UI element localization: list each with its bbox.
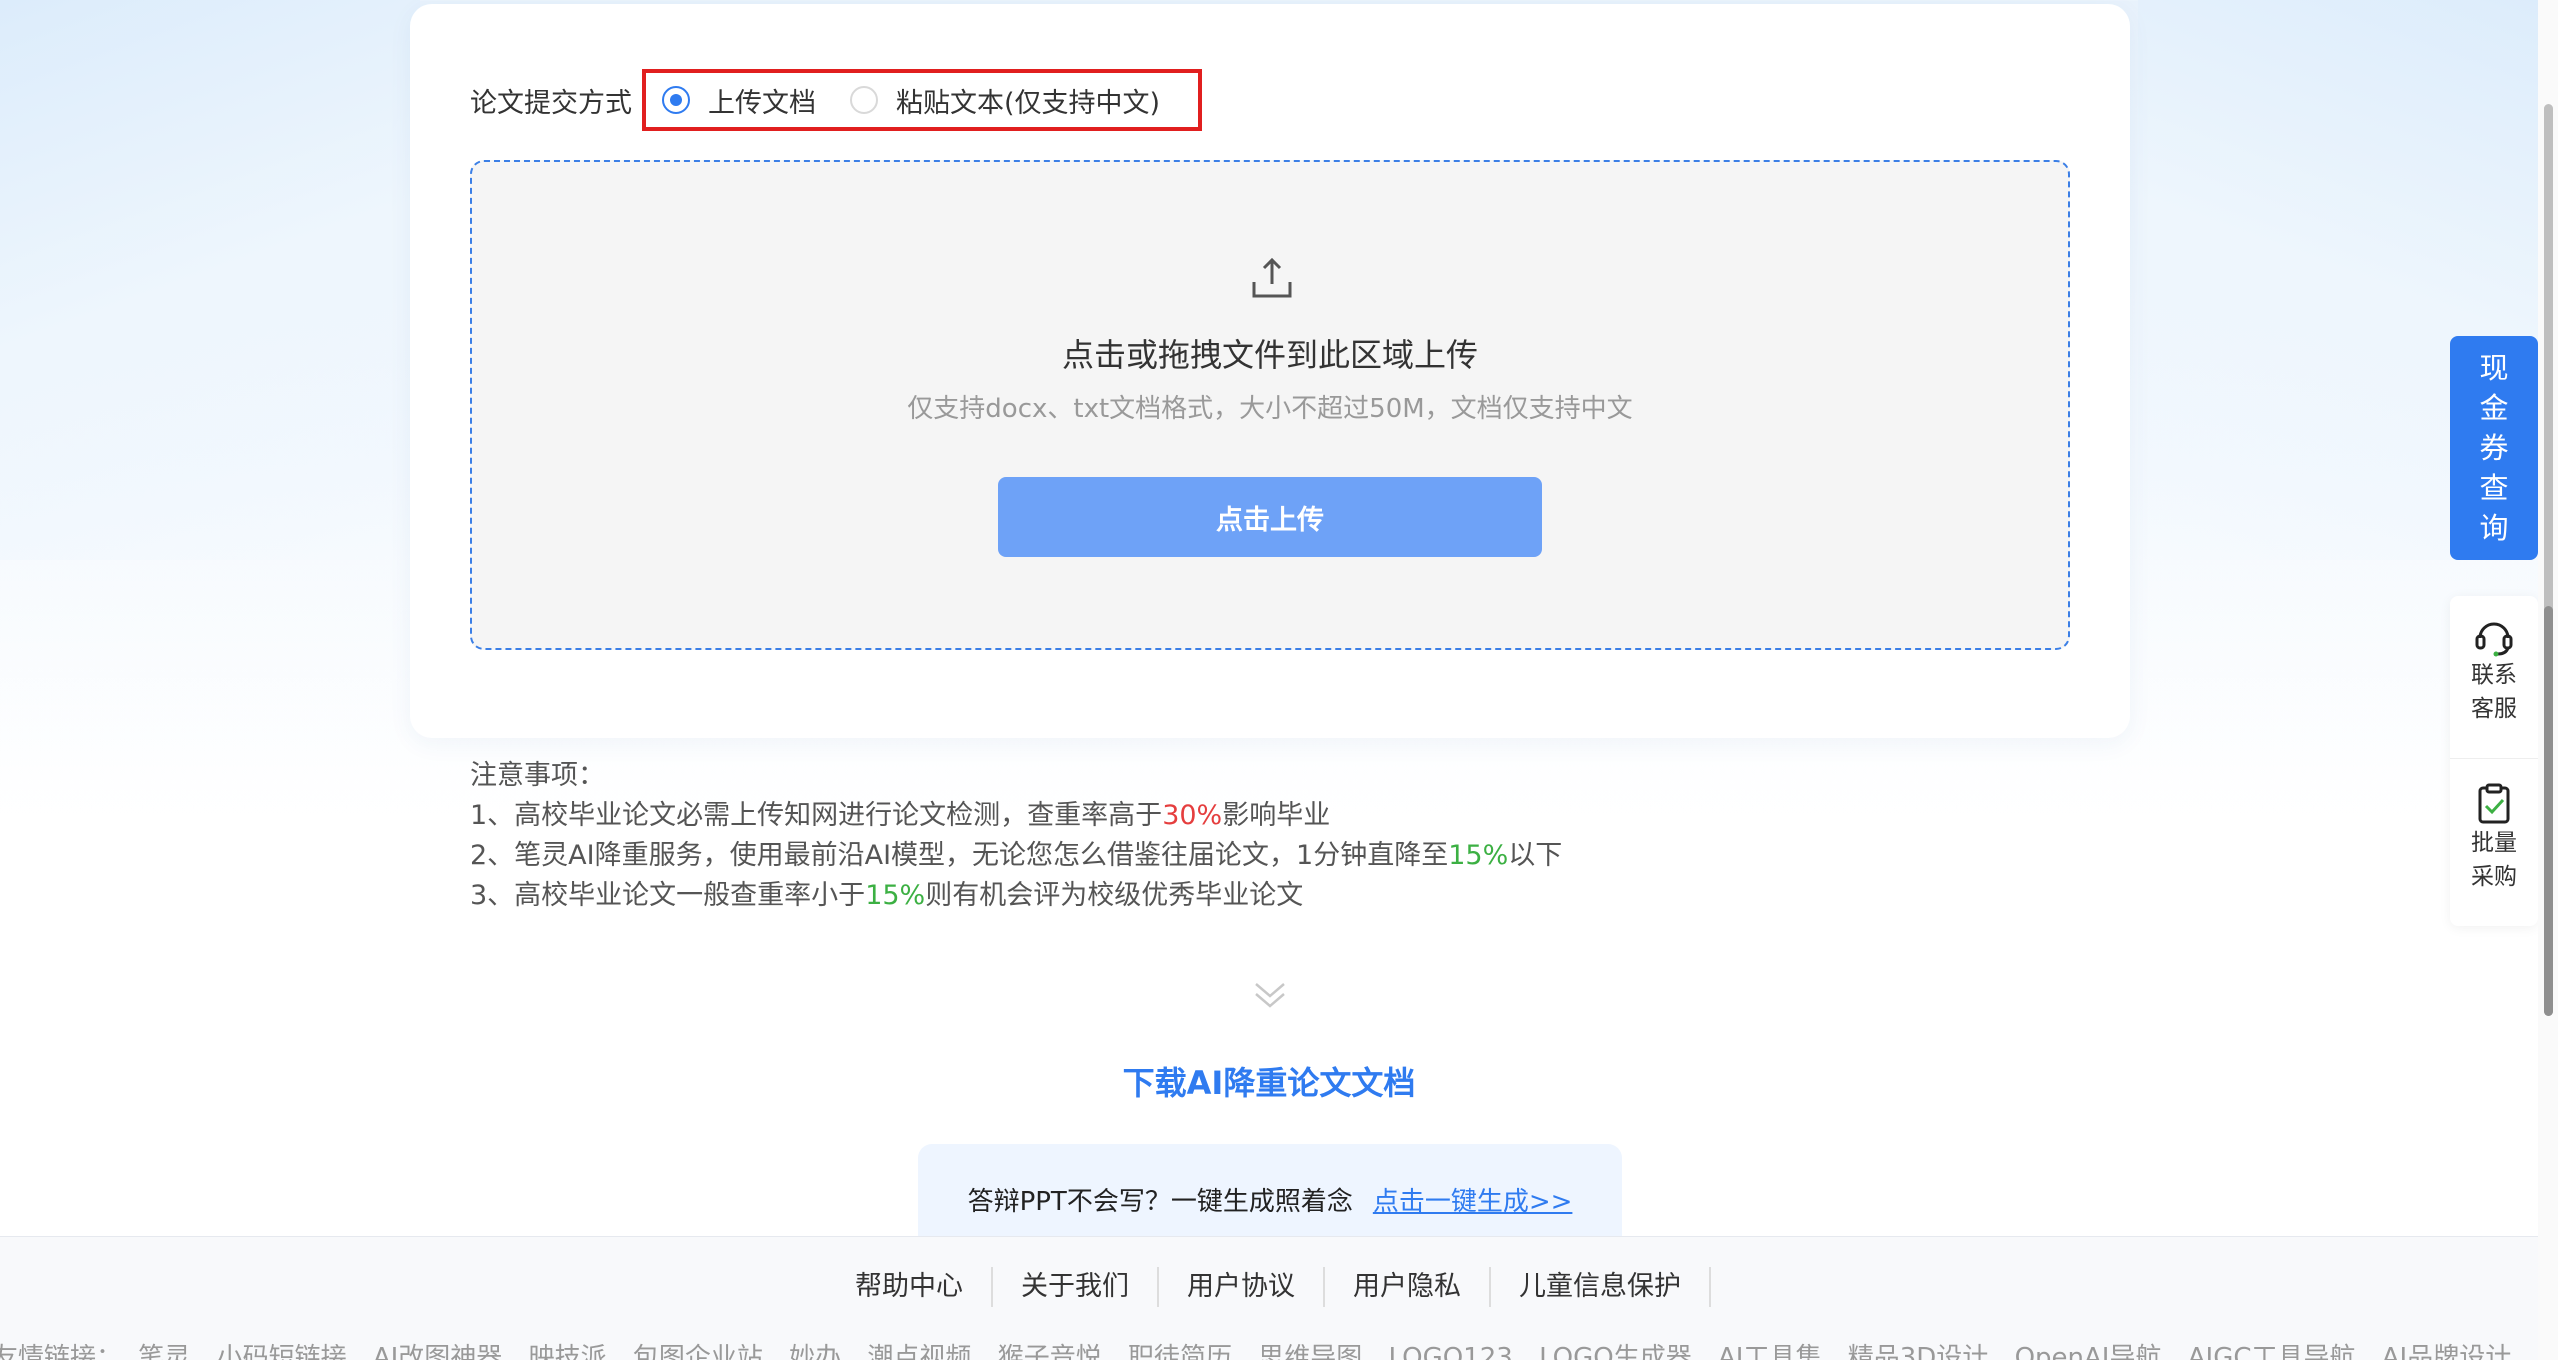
friend-links: 友情链接： 笔灵 小码短链接 AI改图神器 映技派 包图企业站 妙办 潮点视频 … bbox=[0, 1337, 2529, 1360]
contact-support-label-2: 客服 bbox=[2471, 696, 2517, 722]
radio-paste-label: 粘贴文本(仅支持中文) bbox=[896, 87, 1161, 119]
friend-link[interactable]: 精品3D设计 bbox=[1848, 1343, 1989, 1360]
footer: 帮助中心 关于我们 用户协议 用户隐私 儿童信息保护 友情链接： 笔灵 小码短链… bbox=[0, 1236, 2538, 1360]
footer-link-help[interactable]: 帮助中心 bbox=[827, 1267, 993, 1307]
radio-unchecked-icon[interactable] bbox=[850, 86, 878, 114]
friend-link[interactable]: 潮点视频 bbox=[867, 1343, 971, 1360]
upload-title: 点击或拖拽文件到此区域上传 bbox=[1061, 336, 1478, 374]
bulk-purchase-button[interactable]: 批量 采购 bbox=[2450, 782, 2538, 894]
download-document-link[interactable]: 下载AI降重论文文档 bbox=[0, 1058, 2538, 1104]
chevron-down-icon bbox=[1255, 983, 1285, 1008]
voucher-char: 金 bbox=[2479, 391, 2509, 425]
notes-section: 注意事项： 1、高校毕业论文必需上传知网进行论文检测，查重率高于30%影响毕业 … bbox=[470, 756, 1562, 916]
voucher-char: 现 bbox=[2479, 351, 2509, 385]
submission-method-row: 论文提交方式 上传文档 粘贴文本(仅支持中文) bbox=[470, 60, 1203, 140]
upload-icon bbox=[1252, 257, 1292, 298]
footer-link-about[interactable]: 关于我们 bbox=[993, 1267, 1159, 1307]
radio-paste-text[interactable]: 粘贴文本(仅支持中文) bbox=[850, 81, 1160, 120]
friend-link[interactable]: 笔灵 bbox=[138, 1343, 190, 1360]
upload-hint: 仅支持docx、txt文档格式，大小不超过50M，文档仅支持中文 bbox=[907, 394, 1633, 424]
ppt-promo-text: 答辩PPT不会写？一键生成照着念 bbox=[967, 1186, 1353, 1217]
bulk-purchase-label-2: 采购 bbox=[2471, 864, 2517, 890]
friend-link[interactable]: LOGO生成器 bbox=[1539, 1343, 1692, 1360]
friend-link[interactable]: AIGC工具导航 bbox=[2188, 1343, 2356, 1360]
friend-link[interactable]: AI品牌设计 bbox=[2382, 1343, 2511, 1360]
footer-link-privacy[interactable]: 用户隐私 bbox=[1325, 1267, 1491, 1307]
side-panel: 联系 客服 批量 采购 bbox=[2450, 596, 2538, 926]
voucher-char: 询 bbox=[2479, 511, 2509, 545]
footer-nav: 帮助中心 关于我们 用户协议 用户隐私 儿童信息保护 bbox=[0, 1267, 2538, 1307]
submission-card: 论文提交方式 上传文档 粘贴文本(仅支持中文) 点击或拖拽文件到此区域上传 仅支… bbox=[410, 4, 2130, 738]
note-line-2: 2、笔灵AI降重服务，使用最前沿AI模型，无论您怎么借鉴往届论文，1分钟直降至1… bbox=[470, 840, 1563, 871]
note-line-1: 1、高校毕业论文必需上传知网进行论文检测，查重率高于30%影响毕业 bbox=[470, 800, 1331, 831]
voucher-char: 券 bbox=[2479, 431, 2509, 465]
submission-method-options: 上传文档 粘贴文本(仅支持中文) bbox=[642, 69, 1203, 131]
ppt-generate-link[interactable]: 点击一键生成>> bbox=[1373, 1181, 1573, 1218]
radio-upload-document[interactable]: 上传文档 bbox=[662, 81, 816, 120]
friend-link[interactable]: 小码短链接 bbox=[217, 1343, 347, 1360]
radio-upload-label: 上传文档 bbox=[708, 87, 816, 119]
friend-link[interactable]: AI改图神器 bbox=[373, 1343, 502, 1360]
friend-link[interactable]: 猴子音悦 bbox=[998, 1343, 1102, 1360]
upload-button[interactable]: 点击上传 bbox=[998, 477, 1542, 557]
footer-link-child-protection[interactable]: 儿童信息保护 bbox=[1491, 1267, 1711, 1307]
bulk-purchase-label-1: 批量 bbox=[2471, 830, 2517, 856]
submission-method-label: 论文提交方式 bbox=[470, 87, 632, 119]
voucher-query-button[interactable]: 现 金 券 查 询 bbox=[2450, 336, 2538, 560]
note-line-3: 3、高校毕业论文一般查重率小于15%则有机会评为校级优秀毕业论文 bbox=[470, 880, 1304, 911]
friend-links-label: 友情链接： bbox=[0, 1343, 123, 1360]
footer-link-agreement[interactable]: 用户协议 bbox=[1159, 1267, 1325, 1307]
friend-link[interactable]: LOGO123 bbox=[1389, 1343, 1513, 1360]
headset-icon bbox=[2475, 622, 2513, 657]
friend-link[interactable]: 妙办 bbox=[789, 1343, 841, 1360]
voucher-char: 查 bbox=[2479, 471, 2509, 505]
scrollbar-thumb[interactable] bbox=[2544, 606, 2553, 1016]
friend-link[interactable]: 思维导图 bbox=[1258, 1343, 1362, 1360]
radio-checked-icon[interactable] bbox=[662, 86, 690, 114]
contact-support-button[interactable]: 联系 客服 bbox=[2450, 614, 2538, 726]
side-divider bbox=[2450, 758, 2538, 759]
clipboard-check-icon bbox=[2478, 783, 2510, 824]
friend-link[interactable]: 映技派 bbox=[529, 1343, 607, 1360]
friend-link[interactable]: 包图企业站 bbox=[633, 1343, 763, 1360]
page-scrollbar[interactable] bbox=[2538, 0, 2558, 1360]
contact-support-label-1: 联系 bbox=[2471, 662, 2517, 688]
friend-link[interactable]: 职徒简历 bbox=[1128, 1343, 1232, 1360]
notes-heading: 注意事项： bbox=[470, 760, 605, 791]
background-decor-left bbox=[0, 0, 420, 560]
file-drop-zone[interactable]: 点击或拖拽文件到此区域上传 仅支持docx、txt文档格式，大小不超过50M，文… bbox=[470, 160, 2070, 650]
friend-link[interactable]: OpenAI导航 bbox=[2015, 1343, 2162, 1360]
friend-link[interactable]: AI工具集 bbox=[1718, 1343, 1821, 1360]
